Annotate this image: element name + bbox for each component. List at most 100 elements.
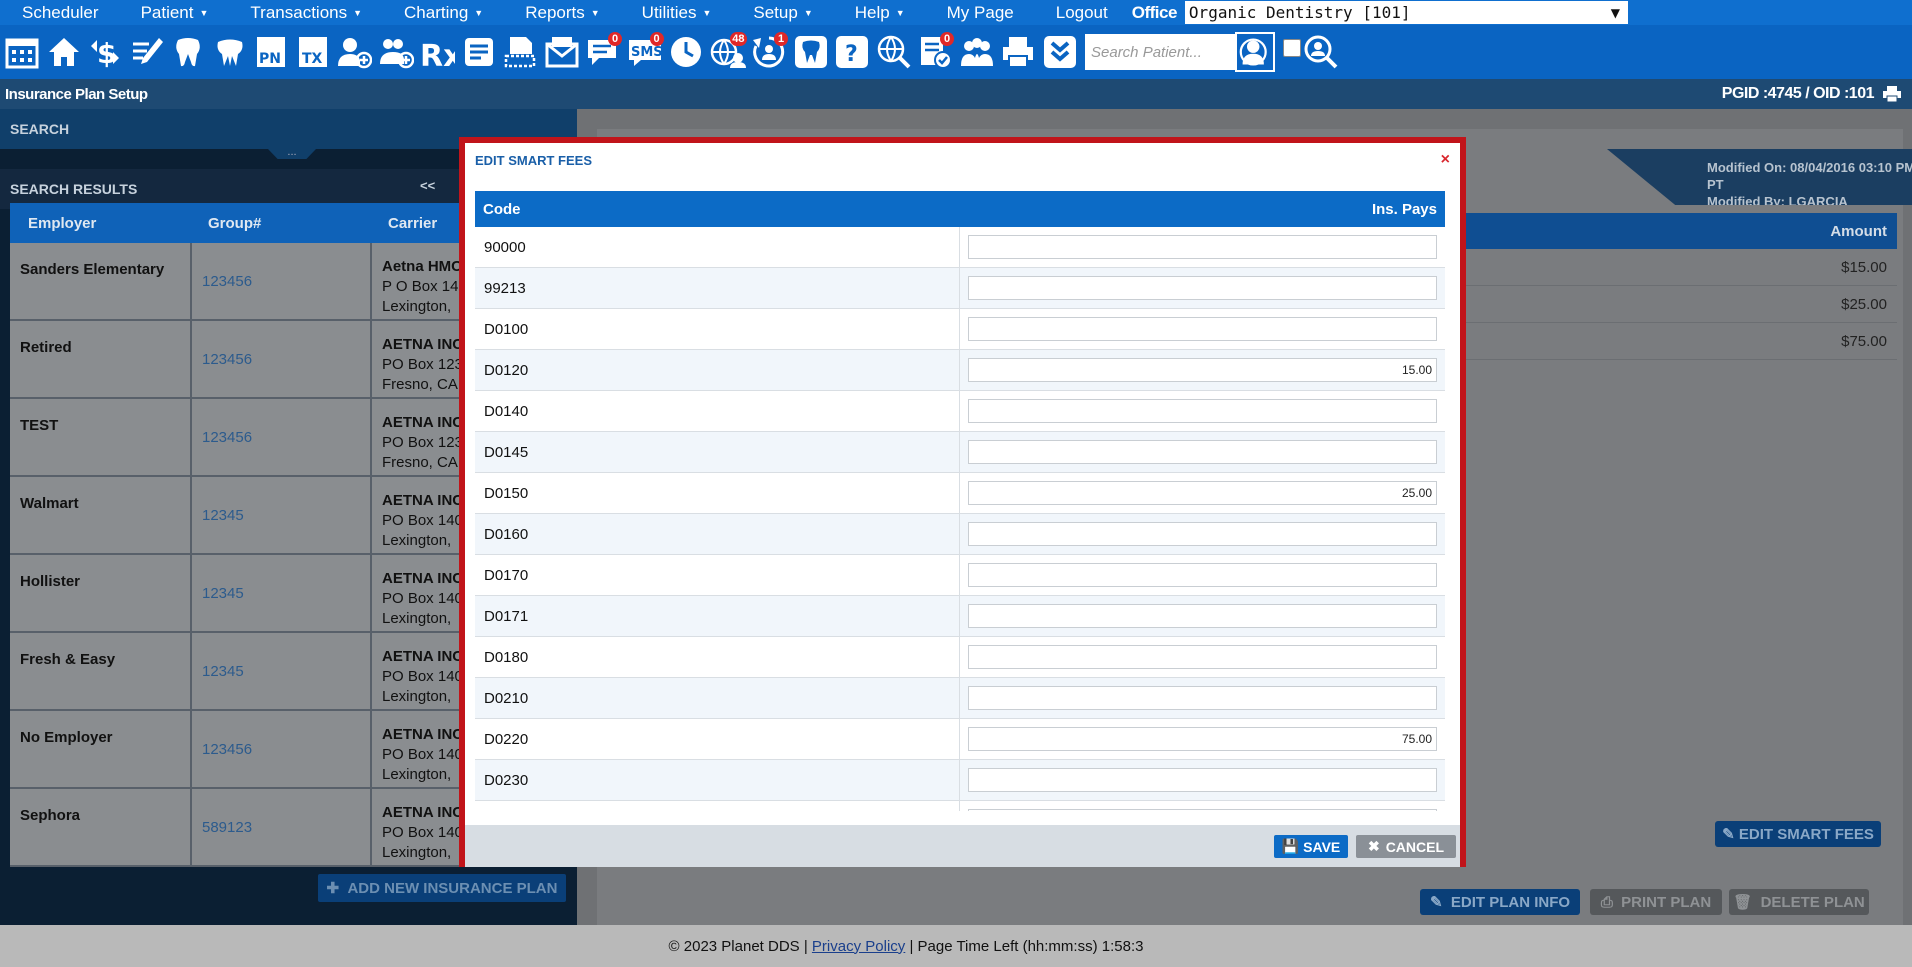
group-cell[interactable]: 589123 (190, 789, 370, 865)
print-icon[interactable] (998, 30, 1038, 74)
group-icon[interactable] (957, 30, 997, 74)
group-cell[interactable]: 12345 (190, 633, 370, 709)
transactions-icon[interactable]: $ (85, 30, 125, 74)
fee-value-cell (960, 432, 1445, 472)
print-page-icon[interactable] (1882, 85, 1902, 103)
patient-search-input[interactable]: Search Patient... (1085, 34, 1235, 70)
group-cell[interactable]: 123456 (190, 321, 370, 397)
privacy-policy-link[interactable]: Privacy Policy (812, 938, 905, 955)
menu-reports[interactable]: Reports ▼ (503, 3, 599, 23)
group-cell[interactable]: 123456 (190, 711, 370, 787)
ins-pays-input[interactable]: 75.00 (968, 727, 1437, 751)
tooth-icon[interactable] (168, 30, 208, 74)
recall-icon[interactable]: 1 (749, 30, 789, 74)
document-icon[interactable] (459, 30, 499, 74)
forms-check-icon[interactable]: 0 (915, 30, 955, 74)
cancel-button[interactable]: ✖ CANCEL (1356, 835, 1456, 858)
ins-pays-input[interactable] (968, 768, 1437, 792)
dental-chart-icon[interactable] (791, 30, 831, 74)
menu-scheduler[interactable]: Scheduler (0, 3, 99, 23)
carrier-address-2: Lexington, (382, 844, 452, 861)
search-option-checkbox[interactable] (1283, 39, 1301, 57)
carrier-address-1: PO Box 140 (382, 512, 463, 529)
carrier-address-2: Fresno, CA (382, 376, 458, 393)
amount-header: Amount (1417, 213, 1897, 249)
employer-cell: TEST (20, 417, 59, 434)
collapse-grip[interactable]: ... (268, 149, 316, 159)
group-cell[interactable]: 12345 (190, 555, 370, 631)
group-cell[interactable]: 123456 (190, 243, 370, 319)
menu-setup[interactable]: Setup ▼ (731, 3, 812, 23)
close-icon[interactable]: × (1441, 151, 1450, 169)
menu-my-page[interactable]: My Page (925, 3, 1014, 23)
globe-search-icon[interactable] (874, 30, 914, 74)
print-plan-button[interactable]: ⎙ PRINT PLAN (1590, 889, 1722, 915)
edit-smart-fees-button[interactable]: ✎ EDIT SMART FEES (1715, 821, 1881, 847)
ins-pays-input[interactable] (968, 235, 1437, 259)
ins-pays-input[interactable] (968, 522, 1437, 546)
treatment-icon[interactable]: TX (293, 30, 333, 74)
ins-pays-input[interactable] (968, 645, 1437, 669)
help-tooth-icon[interactable]: ? (832, 30, 872, 74)
progress-notes-icon[interactable]: PN (251, 30, 291, 74)
save-button[interactable]: 💾 SAVE (1274, 835, 1348, 858)
amount-row: $25.00 (1417, 286, 1897, 323)
fee-code: D0210 (475, 678, 960, 718)
fee-row: D0145 (475, 432, 1445, 473)
pager-prev-button[interactable]: << (420, 178, 435, 193)
fee-value-cell (960, 760, 1445, 800)
add-insurance-plan-button[interactable]: ✚ ADD NEW INSURANCE PLAN (318, 874, 566, 902)
menu-charting[interactable]: Charting ▼ (382, 3, 483, 23)
pencil-icon: ✎ (1722, 826, 1739, 843)
collapse-down-icon[interactable] (1040, 30, 1080, 74)
ins-pays-input[interactable] (968, 276, 1437, 300)
employer-cell: Sanders Elementary (20, 261, 165, 278)
group-cell[interactable]: 123456 (190, 399, 370, 475)
ins-pays-input[interactable]: 15.00 (968, 358, 1437, 382)
col-group[interactable]: Group# (190, 215, 370, 232)
main-menu-bar: Scheduler Patient ▼ Transactions ▼ Chartin… (0, 0, 1912, 25)
menu-patient[interactable]: Patient ▼ (119, 3, 209, 23)
sms-icon[interactable]: SMS 0 (625, 30, 665, 74)
prescription-icon[interactable]: Rx (417, 30, 457, 74)
fee-row: D0120 15.00 (475, 350, 1445, 391)
menu-help[interactable]: Help ▼ (833, 3, 905, 23)
scan-icon[interactable] (500, 30, 540, 74)
clock-icon[interactable] (666, 30, 706, 74)
carrier-name: AETNA INC (382, 336, 464, 353)
add-family-icon[interactable] (376, 30, 416, 74)
calendar-icon[interactable] (2, 30, 42, 74)
messages-icon[interactable]: 0 (583, 30, 623, 74)
menu-transactions[interactable]: Transactions ▼ (228, 3, 362, 23)
ins-pays-input[interactable] (968, 317, 1437, 341)
advanced-search-icon[interactable] (1301, 30, 1341, 74)
mail-icon[interactable] (542, 30, 582, 74)
group-cell[interactable]: 12345 (190, 477, 370, 553)
modal-title: EDIT SMART FEES (475, 152, 593, 168)
web-users-icon[interactable]: 48 (708, 30, 748, 74)
perio-icon[interactable] (210, 30, 250, 74)
patient-search-icon[interactable] (1235, 32, 1275, 72)
col-employer[interactable]: Employer (10, 215, 190, 232)
employer-cell: Retired (20, 339, 72, 356)
edit-plan-info-button[interactable]: ✎ EDIT PLAN INFO (1420, 889, 1580, 915)
ins-pays-input[interactable] (968, 399, 1437, 423)
fee-value-cell (960, 268, 1445, 308)
col-carrier[interactable]: Carrier (370, 215, 437, 232)
delete-plan-button[interactable]: 🗑 DELETE PLAN (1729, 889, 1869, 915)
menu-utilities[interactable]: Utilities ▼ (620, 3, 712, 23)
fee-value-cell (960, 596, 1445, 636)
add-patient-icon[interactable] (334, 30, 374, 74)
office-select[interactable]: Organic Dentistry [101] ▼ (1184, 1, 1628, 24)
notes-icon[interactable] (127, 30, 167, 74)
fee-value-cell (960, 678, 1445, 718)
ins-pays-input[interactable]: 25.00 (968, 481, 1437, 505)
ins-pays-input[interactable] (968, 809, 1437, 811)
ins-pays-input[interactable] (968, 563, 1437, 587)
ins-pays-input[interactable] (968, 604, 1437, 628)
copyright-text: © 2023 Planet DDS | (668, 937, 808, 955)
ins-pays-input[interactable] (968, 440, 1437, 464)
ins-pays-input[interactable] (968, 686, 1437, 710)
home-icon[interactable] (44, 30, 84, 74)
menu-logout[interactable]: Logout (1034, 3, 1108, 23)
